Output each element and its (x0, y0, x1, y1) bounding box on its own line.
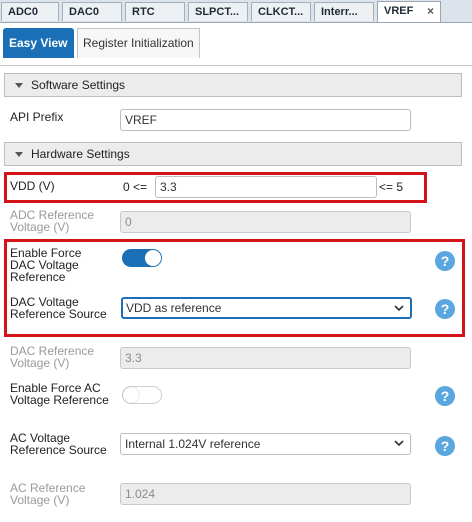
select-value: VDD as reference (126, 301, 222, 315)
collapse-triangle-icon (15, 83, 23, 88)
tab-label: VREF (384, 5, 414, 17)
adc-reference-input (120, 211, 411, 233)
api-prefix-input[interactable] (120, 109, 411, 131)
tab-register-initialization[interactable]: Register Initialization (77, 28, 200, 58)
dac-reference-label: DAC Reference Voltage (V) (10, 344, 95, 370)
tab-label: Easy View (9, 36, 68, 50)
force-ac-label: Enable Force AC Voltage Reference (10, 381, 109, 407)
help-icon[interactable]: ? (435, 386, 455, 406)
toggle-knob (123, 387, 139, 403)
tab-interrupt[interactable]: Interr... (314, 2, 374, 21)
ac-source-label: AC Voltage Reference Source (10, 431, 107, 457)
tab-label: SLPCT... (195, 6, 240, 18)
ac-reference-label: AC Reference Voltage (V) (10, 481, 86, 507)
ac-reference-input (120, 483, 411, 505)
tab-label: DAC0 (69, 6, 99, 18)
tab-rtc[interactable]: RTC (125, 2, 185, 21)
section-title: Software Settings (31, 78, 126, 92)
vdd-max-text: <= 5 (379, 180, 404, 194)
collapse-triangle-icon (15, 152, 23, 157)
vdd-label: VDD (V) (10, 179, 55, 193)
section-title: Hardware Settings (31, 147, 130, 161)
force-dac-toggle[interactable] (122, 249, 162, 267)
select-value: Internal 1.024V reference (125, 437, 261, 451)
tab-adc0[interactable]: ADC0 (1, 2, 59, 21)
tab-dac0[interactable]: DAC0 (62, 2, 122, 21)
dac-source-label: DAC Voltage Reference Source (10, 295, 107, 321)
chevron-down-icon (394, 305, 404, 312)
force-ac-toggle[interactable] (122, 386, 162, 404)
help-icon[interactable]: ? (435, 299, 455, 319)
dac-reference-input (120, 347, 411, 369)
adc-reference-label: ADC Reference Voltage (V) (10, 208, 95, 234)
tab-clkctrl[interactable]: CLKCT... (251, 2, 311, 21)
chevron-down-icon (394, 440, 404, 447)
tab-label: ADC0 (8, 6, 38, 18)
api-prefix-label: API Prefix (10, 110, 64, 124)
toggle-knob (145, 250, 161, 266)
tab-label: Interr... (321, 6, 358, 18)
ac-source-select[interactable]: Internal 1.024V reference (120, 433, 411, 455)
close-icon[interactable]: × (427, 2, 434, 21)
tab-vref[interactable]: VREF × (377, 1, 441, 22)
hardware-settings-header[interactable]: Hardware Settings (4, 142, 462, 166)
tab-easy-view[interactable]: Easy View (3, 28, 74, 58)
software-settings-header[interactable]: Software Settings (4, 73, 462, 97)
tab-slpctrl[interactable]: SLPCT... (188, 2, 248, 21)
vdd-input[interactable] (155, 176, 377, 198)
tab-label: Register Initialization (83, 36, 194, 50)
tab-label: RTC (132, 6, 155, 18)
vdd-min-text: 0 <= (123, 180, 148, 194)
tab-label: CLKCT... (258, 6, 304, 18)
help-icon[interactable]: ? (435, 251, 455, 271)
dac-source-select[interactable]: VDD as reference (121, 297, 412, 319)
force-dac-label: Enable Force DAC Voltage Reference (10, 246, 82, 284)
help-icon[interactable]: ? (435, 436, 455, 456)
